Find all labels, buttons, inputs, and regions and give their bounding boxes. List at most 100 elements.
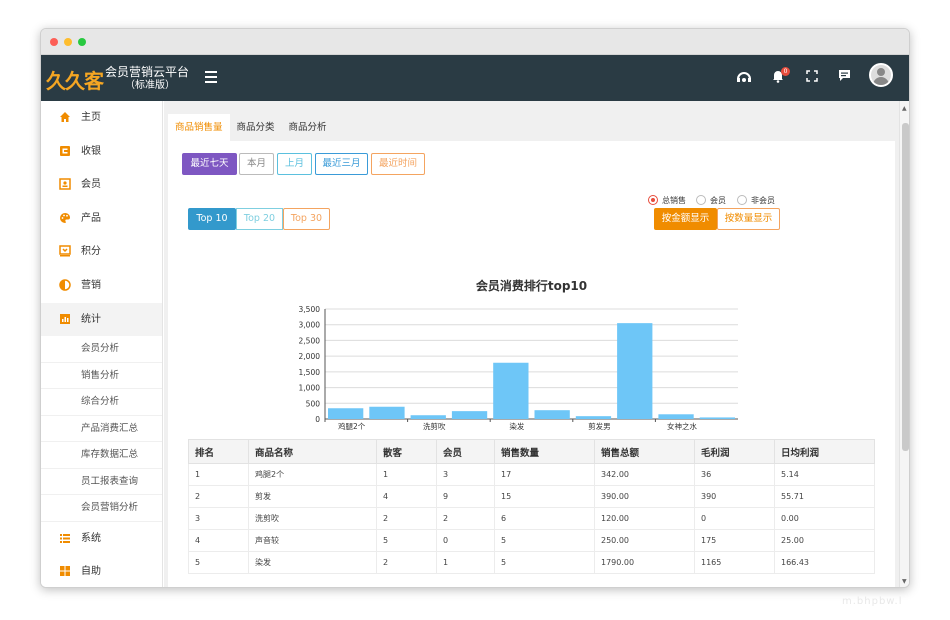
vertical-scrollbar[interactable]: ▲ ▼ [899,101,909,587]
col-rank: 排名 [188,439,249,464]
table-row: 2 剪发 4 9 15 390.00 390 55.71 [188,485,875,508]
fullscreen-icon[interactable] [803,69,821,87]
col-gross-profit: 毛利润 [694,439,775,464]
table-cell: 36 [694,463,775,486]
y-tick-label: 3,000 [299,321,321,330]
table-cell: 0.00 [774,507,875,530]
sub-item-product-summary[interactable]: 产品消费汇总 [41,416,162,443]
tab-product-category[interactable]: 商品分类 [230,114,282,141]
last-month-button[interactable]: 上月 [277,153,312,175]
table-cell: 5 [376,529,437,552]
message-icon[interactable] [835,69,853,87]
list-icon [59,532,71,544]
sidebar: 主页 收银 会员 产品 积分 营销 统计 会员分析 销售分析 综合分析 产品消费… [41,101,163,587]
scroll-thumb[interactable] [902,123,909,451]
scroll-up-icon[interactable]: ▲ [902,105,907,112]
sub-item-overall-analysis[interactable]: 综合分析 [41,389,162,416]
table-cell: 9 [436,485,495,508]
report-panel: 最近七天 本月 上月 最近三月 最近时间 总销售 会员 非会员 Top 10 T… [168,141,895,587]
tab-product-analysis[interactable]: 商品分析 [282,114,334,141]
table-cell: 390 [694,485,775,508]
scroll-down-icon[interactable]: ▼ [902,578,907,585]
table-cell: 3 [436,463,495,486]
menu-toggle-icon[interactable] [205,71,217,83]
table-cell: 25.00 [774,529,875,552]
sidebar-item-selfservice[interactable]: 自助 [41,555,162,587]
bar [534,410,570,419]
title-bar [41,29,909,55]
sidebar-item-points[interactable]: 积分 [41,235,162,269]
last-3-months-button[interactable]: 最近三月 [315,153,368,175]
sub-item-member-analysis[interactable]: 会员分析 [41,336,162,363]
sidebar-item-label: 营销 [81,279,101,291]
top30-button[interactable]: Top 30 [283,208,330,230]
table-cell: 5 [494,529,595,552]
palette-icon [59,212,71,224]
sub-item-inventory-summary[interactable]: 库存数据汇总 [41,442,162,469]
table-cell: 2 [376,507,437,530]
bar [699,417,735,419]
sidebar-item-label: 主页 [81,112,101,123]
x-tick-label: 女神之水 [667,421,697,431]
y-tick-label: 3,500 [299,305,321,314]
table-cell: 1 [188,463,249,486]
service-icon[interactable] [735,69,753,87]
bar [328,408,364,419]
bar [369,406,405,419]
sidebar-item-label: 会员 [81,179,101,191]
this-month-button[interactable]: 本月 [239,153,274,175]
main-content: 商品销售量 商品分类 商品分析 最近七天 本月 上月 最近三月 最近时间 总销售… [164,101,899,587]
bar [451,411,488,419]
grid-icon [59,565,71,577]
table-cell: 6 [494,507,595,530]
table-cell: 声音较 [248,529,377,552]
y-tick-label: 0 [315,415,320,424]
table-cell: 0 [694,507,775,530]
bar-chart: 0 500 1,000 1,500 2,000 2,500 3,000 3,500 鸡腿2个 洗剪… [299,305,738,431]
avatar[interactable] [869,63,893,87]
sidebar-item-member[interactable]: 会员 [41,168,162,202]
radio-member[interactable]: 会员 [696,195,726,206]
radio-total-sales[interactable]: 总销售 [648,195,686,206]
sidebar-item-home[interactable]: 主页 [41,101,162,135]
y-tick-label: 2,000 [299,352,321,361]
bar [575,416,612,419]
tab-product-sales[interactable]: 商品销售量 [168,114,230,141]
table-cell: 342.00 [594,463,695,486]
logo: 久久客 [46,69,104,93]
table-cell: 5 [188,551,249,574]
last-7-days-button[interactable]: 最近七天 [182,153,237,175]
close-window-button[interactable] [50,38,58,46]
sidebar-item-product[interactable]: 产品 [41,202,162,236]
bar [493,362,529,419]
sidebar-item-cashier[interactable]: 收银 [41,135,162,169]
display-by-amount-button[interactable]: 按金额显示 [654,208,717,230]
sidebar-item-stats[interactable]: 统计 [41,302,162,337]
table-cell: 0 [436,529,495,552]
table-row: 4 声音较 5 0 5 250.00 175 25.00 [188,529,875,552]
maximize-window-button[interactable] [78,38,86,46]
radio-non-member[interactable]: 非会员 [737,195,775,206]
sidebar-item-system[interactable]: 系统 [41,522,162,556]
table-cell: 250.00 [594,529,695,552]
sub-item-sales-analysis[interactable]: 销售分析 [41,363,162,390]
table-row: 5 染发 2 1 5 1790.00 1165 166.43 [188,551,875,574]
display-by-quantity-button[interactable]: 按数量显示 [717,208,780,230]
table-cell: 洗剪吹 [248,507,377,530]
y-tick-label: 1,000 [299,384,321,393]
table-cell: 5.14 [774,463,875,486]
recent-time-button[interactable]: 最近时间 [371,153,425,175]
top10-button[interactable]: Top 10 [188,208,236,230]
app-window: 久久客 会员营销云平台 （标准版） 0 主页 收银 会员 产品 积分 营销 统计… [40,28,910,588]
bar [617,323,653,419]
sidebar-item-label: 自助 [81,566,101,578]
table-cell: 4 [376,485,437,508]
minimize-window-button[interactable] [64,38,72,46]
table-header-row: 排名 商品名称 散客 会员 销售数量 销售总额 毛利润 日均利润 [188,439,875,464]
sidebar-item-label: 统计 [81,313,101,325]
sub-item-member-marketing[interactable]: 会员营销分析 [41,495,162,522]
sidebar-item-marketing[interactable]: 营销 [41,269,162,303]
table-cell: 390.00 [594,485,695,508]
sub-item-staff-report[interactable]: 员工报表查询 [41,469,162,496]
top20-button[interactable]: Top 20 [236,208,283,230]
